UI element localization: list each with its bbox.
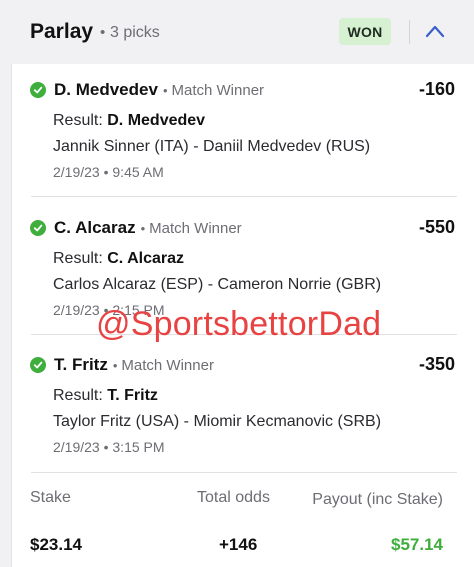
pick-market: Match Winner xyxy=(149,219,242,237)
checkmark-icon xyxy=(30,220,46,236)
result-value: C. Alcaraz xyxy=(107,250,185,267)
pick-selection: T. Fritz xyxy=(54,355,108,374)
pick-result: Result: C. Alcaraz xyxy=(53,250,184,268)
pick-result: Result: D. Medvedev xyxy=(53,112,205,130)
stake-value: $23.14 xyxy=(30,535,82,554)
header-divider xyxy=(409,20,410,44)
pick-datetime: 2/19/23 • 9:45 AM xyxy=(53,164,164,180)
result-label: Result: xyxy=(53,250,103,267)
pick-selection: D. Medvedev xyxy=(54,80,158,99)
status-badge: WON xyxy=(339,18,391,45)
summary-divider xyxy=(31,472,457,473)
total-odds-value: +146 xyxy=(219,535,258,554)
watermark-text: @SportsbettorDad xyxy=(96,305,382,343)
checkmark-icon xyxy=(30,357,46,373)
pick-market: Match Winner xyxy=(121,356,214,374)
header-separator: • xyxy=(100,24,106,41)
parlay-header[interactable]: Parlay • 3 picks WON xyxy=(0,0,474,64)
bet-slip: Parlay • 3 picks WON D. Medvedev • Match… xyxy=(0,0,474,567)
pick-datetime: 2/19/23 • 3:15 PM xyxy=(53,439,165,455)
pick-matchup: Carlos Alcaraz (ESP) - Cameron Norrie (G… xyxy=(53,276,382,293)
pick-matchup: Jannik Sinner (ITA) - Daniil Medvedev (R… xyxy=(53,138,371,155)
picks-count: 3 picks xyxy=(110,24,160,41)
pick-odds: -350 xyxy=(418,354,455,374)
pick-result: Result: T. Fritz xyxy=(53,387,158,405)
pick-header: C. Alcaraz • Match Winner xyxy=(30,217,242,239)
pick-header: D. Medvedev • Match Winner xyxy=(30,79,264,101)
pick-separator: • xyxy=(162,82,168,98)
pick-market: Match Winner xyxy=(171,81,265,99)
parlay-title: Parlay xyxy=(30,20,94,43)
pick-header: T. Fritz • Match Winner xyxy=(30,354,214,376)
pick-odds: -550 xyxy=(418,217,455,237)
pick-separator: • xyxy=(140,220,146,236)
result-value: D. Medvedev xyxy=(107,112,206,129)
chevron-up-icon[interactable] xyxy=(424,23,446,39)
pick-selection: C. Alcaraz xyxy=(54,218,136,237)
result-label: Result: xyxy=(53,387,103,404)
checkmark-icon xyxy=(30,82,46,98)
result-value: T. Fritz xyxy=(107,387,158,404)
total-odds-label: Total odds xyxy=(197,489,270,506)
stake-label: Stake xyxy=(30,489,71,506)
payout-value: $57.14 xyxy=(391,535,443,554)
pick-separator: • xyxy=(112,357,118,373)
pick-matchup: Taylor Fritz (USA) - Miomir Kecmanovic (… xyxy=(53,413,382,430)
pick-divider xyxy=(31,196,457,197)
pick-odds: -160 xyxy=(418,79,455,99)
result-label: Result: xyxy=(53,112,103,129)
payout-label: Payout (inc Stake) xyxy=(312,491,443,508)
